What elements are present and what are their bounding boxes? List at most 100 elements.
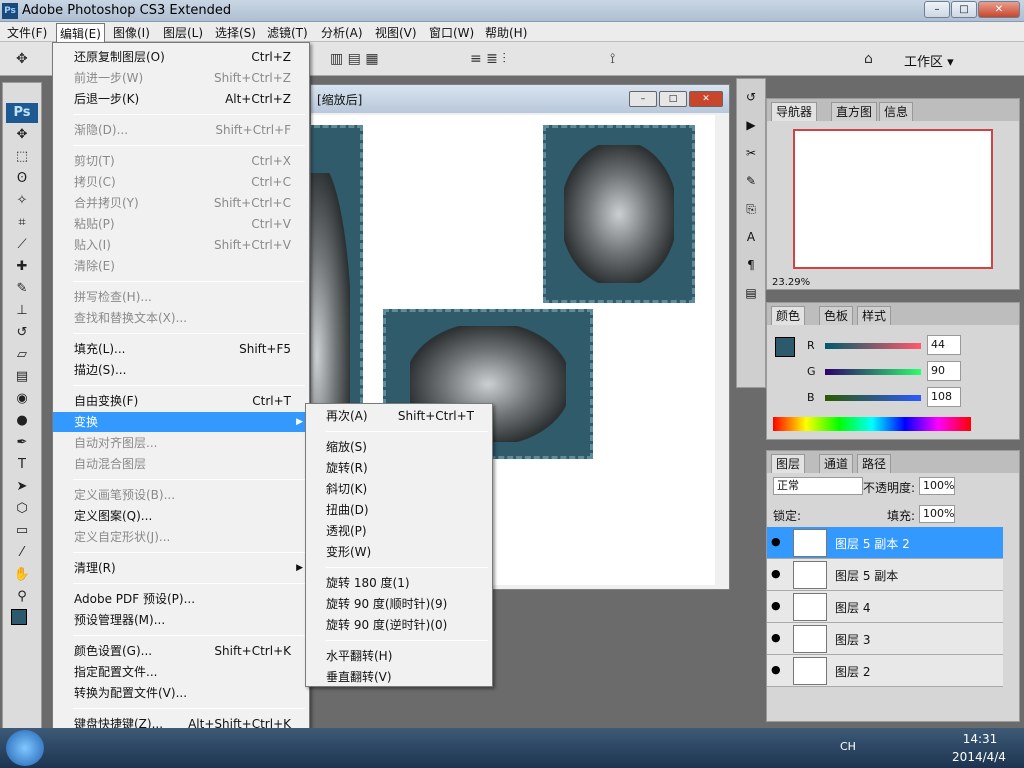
clone-source-icon[interactable]: ⎘ xyxy=(741,199,761,219)
edit-menu-item[interactable]: 后退一步(K) Alt+Ctrl+Z xyxy=(53,89,309,109)
b-value[interactable]: 108 xyxy=(927,387,961,407)
tab-navigator[interactable]: 导航器 xyxy=(771,102,818,121)
tab-color[interactable]: 颜色 xyxy=(771,306,806,325)
tab-channels[interactable]: 通道 xyxy=(819,454,854,473)
path-select-icon[interactable]: ➤ xyxy=(10,477,34,497)
crop-tool-icon[interactable]: ⌗ xyxy=(10,213,34,233)
foreground-color-swatch[interactable] xyxy=(11,609,27,625)
blur-tool-icon[interactable]: ◉ xyxy=(10,389,34,409)
edit-menu-item[interactable]: 描边(S)... xyxy=(53,360,309,380)
visibility-eye-icon[interactable]: ● xyxy=(771,599,781,612)
clock-time[interactable]: 14:31 xyxy=(950,732,1010,746)
menu-4[interactable]: 选择(S) xyxy=(212,24,259,41)
edit-menu-item[interactable]: 颜色设置(G)... Shift+Ctrl+K xyxy=(53,641,309,661)
menu-8[interactable]: 窗口(W) xyxy=(426,24,477,41)
edit-menu-item[interactable]: 定义图案(Q)... xyxy=(53,506,309,526)
marquee-tool-icon[interactable]: ⬚ xyxy=(10,147,34,167)
zoom-tool-icon[interactable]: ⚲ xyxy=(10,587,34,607)
tab-styles[interactable]: 样式 xyxy=(857,306,892,325)
dodge-tool-icon[interactable]: ● xyxy=(10,411,34,431)
edit-menu-item[interactable]: 清理(R) ▶ xyxy=(53,558,309,578)
move-tool-icon[interactable]: ✥ xyxy=(10,125,34,145)
notes-tool-icon[interactable]: ▭ xyxy=(10,521,34,541)
edit-menu-item[interactable]: 指定配置文件... xyxy=(53,662,309,682)
transform-menu-item[interactable]: 旋转(R) xyxy=(306,458,492,478)
pen-tool-icon[interactable]: ✒ xyxy=(10,433,34,453)
fill-input[interactable]: 100% xyxy=(919,505,955,523)
align-icons[interactable]: ▥ ▤ ▦ xyxy=(330,51,379,67)
menu-1[interactable]: 编辑(E) xyxy=(56,23,105,42)
maximize-button[interactable]: □ xyxy=(951,1,977,18)
transform-menu-item[interactable]: 旋转 180 度(1) xyxy=(306,573,492,593)
transform-menu-item[interactable]: 旋转 90 度(逆时针)(0) xyxy=(306,615,492,635)
menu-9[interactable]: 帮助(H) xyxy=(482,24,530,41)
g-value[interactable]: 90 xyxy=(927,361,961,381)
transform-menu-item[interactable]: 斜切(K) xyxy=(306,479,492,499)
g-slider[interactable] xyxy=(825,369,921,375)
b-slider[interactable] xyxy=(825,395,921,401)
navigator-zoom[interactable]: 23.29% xyxy=(772,277,810,288)
edit-menu-item[interactable]: 变换 ▶ xyxy=(53,412,309,432)
brush-tool-icon[interactable]: ✎ xyxy=(10,279,34,299)
menu-3[interactable]: 图层(L) xyxy=(160,24,206,41)
actions-icon[interactable]: ▶ xyxy=(741,115,761,135)
transform-menu-item[interactable]: 变形(W) xyxy=(306,542,492,562)
tab-info[interactable]: 信息 xyxy=(879,102,914,121)
gradient-tool-icon[interactable]: ▤ xyxy=(10,367,34,387)
edit-menu-item[interactable]: Adobe PDF 预设(P)... xyxy=(53,589,309,609)
layer-row[interactable]: ● 图层 3 xyxy=(767,623,1003,655)
minimize-button[interactable]: – xyxy=(924,1,950,18)
hand-tool-icon[interactable]: ✋ xyxy=(10,565,34,585)
transform-menu-item[interactable]: 水平翻转(H) xyxy=(306,646,492,666)
color-spectrum[interactable] xyxy=(773,417,971,431)
bridge-icon[interactable]: ⌂ xyxy=(864,51,873,67)
visibility-eye-icon[interactable]: ● xyxy=(771,663,781,676)
layer-row[interactable]: ● 图层 5 副本 xyxy=(767,559,1003,591)
tab-histogram[interactable]: 直方图 xyxy=(831,102,878,121)
menu-2[interactable]: 图像(I) xyxy=(110,24,153,41)
layer-comps-icon[interactable]: ▤ xyxy=(741,283,761,303)
tool-presets-icon[interactable]: ✂ xyxy=(741,143,761,163)
layer-row[interactable]: ● 图层 5 副本 2 xyxy=(767,527,1003,559)
opacity-input[interactable]: 100% xyxy=(919,477,955,495)
move-tool-icon[interactable]: ✥ xyxy=(16,51,28,67)
blend-mode-select[interactable]: 正常 xyxy=(773,477,863,495)
history-icon[interactable]: ↺ xyxy=(741,87,761,107)
navigator-thumbnail[interactable] xyxy=(793,129,993,269)
doc-close-button[interactable]: ✕ xyxy=(689,91,723,107)
stamp-tool-icon[interactable]: ⊥ xyxy=(10,301,34,321)
slice-tool-icon[interactable]: ⟋ xyxy=(10,235,34,255)
visibility-eye-icon[interactable]: ● xyxy=(771,567,781,580)
transform-menu-item[interactable]: 透视(P) xyxy=(306,521,492,541)
transform-menu-item[interactable]: 旋转 90 度(顺时针)(9) xyxy=(306,594,492,614)
distribute-icons[interactable]: ≡ ≣ ⫶ xyxy=(470,51,506,67)
edit-menu-item[interactable]: 预设管理器(M)... xyxy=(53,610,309,630)
history-brush-icon[interactable]: ↺ xyxy=(10,323,34,343)
lasso-tool-icon[interactable]: ʘ xyxy=(10,169,34,189)
start-button[interactable] xyxy=(6,730,44,766)
healing-brush-icon[interactable]: ✚ xyxy=(10,257,34,277)
doc-minimize-button[interactable]: – xyxy=(629,91,657,107)
layer-row[interactable]: ● 图层 2 xyxy=(767,655,1003,687)
edit-menu-item[interactable]: 填充(L)... Shift+F5 xyxy=(53,339,309,359)
workspace-button[interactable]: 工作区 ▾ xyxy=(904,51,954,70)
type-tool-icon[interactable]: T xyxy=(10,455,34,475)
paragraph-icon[interactable]: ¶ xyxy=(741,255,761,275)
menu-7[interactable]: 视图(V) xyxy=(372,24,420,41)
tab-paths[interactable]: 路径 xyxy=(857,454,892,473)
clock-date[interactable]: 2014/4/4 xyxy=(944,750,1014,764)
language-indicator[interactable]: CH xyxy=(840,740,856,753)
color-foreground-swatch[interactable] xyxy=(775,337,795,357)
shape-tool-icon[interactable]: ⬡ xyxy=(10,499,34,519)
edit-menu-item[interactable]: 自由变换(F) Ctrl+T xyxy=(53,391,309,411)
edit-menu-item[interactable]: 转换为配置文件(V)... xyxy=(53,683,309,703)
eraser-tool-icon[interactable]: ▱ xyxy=(10,345,34,365)
r-slider[interactable] xyxy=(825,343,921,349)
eyedropper-icon[interactable]: ⁄ xyxy=(10,543,34,563)
layer-row[interactable]: ● 图层 4 xyxy=(767,591,1003,623)
transform-menu-item[interactable]: 再次(A) Shift+Ctrl+T xyxy=(306,406,492,426)
brushes-icon[interactable]: ✎ xyxy=(741,171,761,191)
visibility-eye-icon[interactable]: ● xyxy=(771,631,781,644)
transform-menu-item[interactable]: 扭曲(D) xyxy=(306,500,492,520)
transform-menu-item[interactable]: 垂直翻转(V) xyxy=(306,667,492,687)
